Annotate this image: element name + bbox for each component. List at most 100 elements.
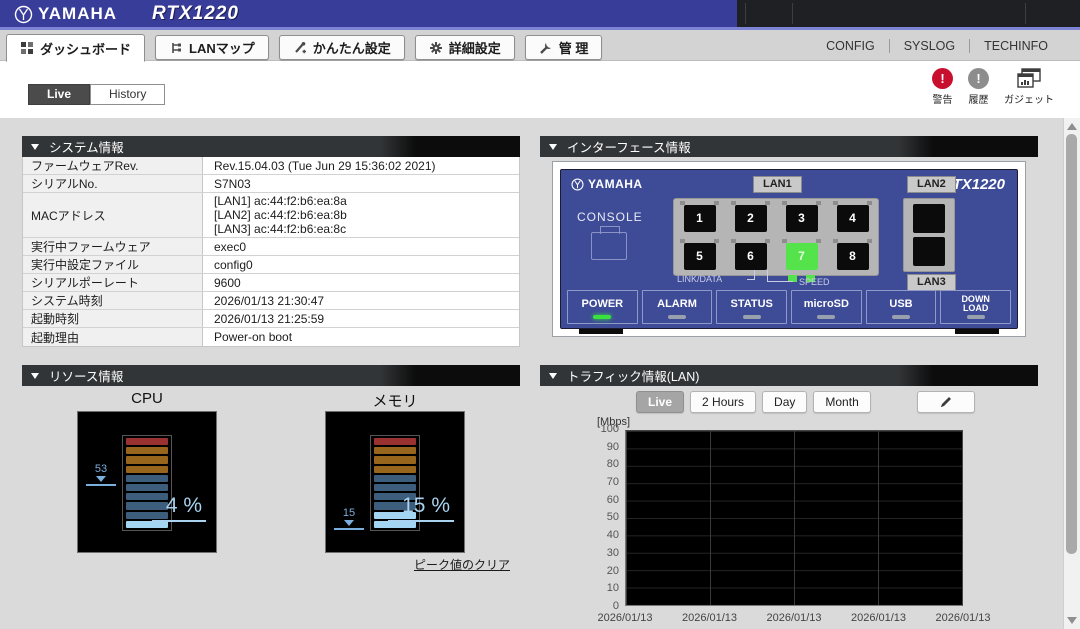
model-text: RTX1220 [152,3,239,25]
warning-button[interactable]: ! 警告 [932,68,953,106]
lan-port-3: 3 [786,205,818,232]
y-tick: 30 [564,548,619,559]
easy-setup-icon [293,41,307,55]
gauge-segment [126,438,168,445]
tab-management[interactable]: 管 理 [525,35,603,60]
warning-label: 警告 [933,91,953,106]
vertical-scrollbar[interactable] [1063,118,1080,629]
traffic-range-buttons: Live 2 Hours Day Month [636,391,871,413]
top-links: CONFIG SYSLOG TECHINFO [812,39,1062,53]
device-brand-text: YAMAHA [588,177,643,191]
lan-port-2: 2 [735,205,767,232]
range-2hours-button[interactable]: 2 Hours [690,391,756,413]
power-led [593,315,611,319]
history-badge: ! [976,71,980,86]
traffic-info-panel: トラフィック情報(LAN) Live 2 Hours Day Month [Mb… [540,365,1038,629]
port-cell: 5 [674,237,725,275]
main-nav: ダッシュボード LANマップ かんたん設定 詳細設定 管 理 CONFIG SY… [0,30,1080,61]
lan-port-1: 1 [684,205,716,232]
tab-easy-setup[interactable]: かんたん設定 [279,35,405,60]
x-tick: 2026/01/13 [935,612,990,624]
tab-dashboard[interactable]: ダッシュボード [6,34,145,62]
cpu-peak-value: 53 [95,463,107,475]
cpu-usage-value: 4 % [152,494,206,522]
peak-triangle-icon [344,520,354,526]
interface-info-header[interactable]: インターフェース情報 [540,136,1038,157]
row-label: 起動時刻 [23,310,203,327]
collapse-triangle-icon [31,373,39,379]
row-value: Rev.15.04.03 (Tue Jun 29 15:36:02 2021) [203,157,519,174]
gauge-segment [374,466,416,473]
scroll-up-icon[interactable] [1067,123,1077,130]
traffic-info-header[interactable]: トラフィック情報(LAN) [540,365,1038,386]
row-label: ファームウェアRev. [23,157,203,174]
top-bar-brand-area: YAMAHA RTX1220 [0,0,737,27]
y-tick: 50 [564,512,619,523]
live-toggle-button[interactable]: Live [28,84,90,105]
scroll-down-icon[interactable] [1067,617,1077,624]
gauge-segment [126,447,168,454]
lan2-port [913,204,945,233]
gauge-segment [126,484,168,491]
clear-peak-link[interactable]: ピーク値のクリア [414,556,510,573]
gauge-segment [126,466,168,473]
x-tick: 2026/01/13 [682,612,737,624]
link-techinfo[interactable]: TECHINFO [969,39,1062,53]
indicator-row: POWER ALARM STATUS microSD [567,290,1011,324]
status-led [743,315,761,319]
port-cell: 8 [827,237,878,275]
tab-advanced-settings[interactable]: 詳細設定 [415,35,515,60]
row-label: 実行中ファームウェア [23,238,203,255]
memory-label: メモリ [325,390,465,411]
indicator-label: STATUS [730,298,772,310]
tab-lan-map[interactable]: LANマップ [155,35,269,60]
y-tick: 70 [564,477,619,488]
gadget-icon [1017,68,1042,89]
range-live-button[interactable]: Live [636,391,684,413]
indicator-status: STATUS [716,290,787,324]
panel-title: トラフィック情報(LAN) [567,366,699,385]
scrollbar-thumb[interactable] [1066,134,1077,554]
gadget-button[interactable]: ガジェット [1004,68,1054,106]
history-log-button[interactable]: ! 履歴 [968,68,989,106]
link-data-label: LINK/DATA [677,274,722,284]
table-row: システム時刻 2026/01/13 21:30:47 [23,292,519,310]
separator [1025,3,1026,24]
speed-bracket [767,270,793,282]
indicator-microsd: microSD [791,290,862,324]
indicator-label: USB [889,298,912,310]
yamaha-logo: YAMAHA [14,4,117,24]
cpu-label: CPU [77,390,217,407]
indicator-download: DOWN LOAD [940,290,1011,324]
port-cell: 2 [725,199,776,237]
memory-gauge: 15 15 % [325,411,465,553]
panel-title: リソース情報 [49,366,123,385]
history-toggle-button[interactable]: History [90,84,165,105]
resource-info-header[interactable]: リソース情報 [22,365,520,386]
system-info-panel: システム情報 ファームウェアRev. Rev.15.04.03 (Tue Jun… [22,136,520,347]
device-foot [955,329,999,334]
mac-line: [LAN3] ac:44:f2:b6:ea:8c [214,222,515,236]
chart-y-axis: 100 90 80 70 60 50 40 30 20 10 0 [564,424,619,612]
gauge-segment [126,475,168,482]
system-info-header[interactable]: システム情報 [22,136,520,157]
range-month-button[interactable]: Month [813,391,870,413]
row-value: 2026/01/13 21:25:59 [203,310,519,327]
edit-graph-button[interactable] [917,391,975,413]
link-syslog[interactable]: SYSLOG [889,39,969,53]
lan3-port [913,237,945,266]
row-value: Power-on boot [203,328,519,346]
lan2-lan3-port-column [903,198,955,272]
panel-title: インターフェース情報 [567,137,691,156]
link-config[interactable]: CONFIG [812,39,889,53]
collapse-triangle-icon [31,144,39,150]
y-tick: 10 [564,583,619,594]
sub-header: Live History ! 警告 ! 履歴 ガジェット [0,61,1080,118]
lan-port-6: 6 [735,243,767,270]
range-day-button[interactable]: Day [762,391,807,413]
memory-peak-value: 15 [343,507,355,519]
y-tick: 100 [564,424,619,435]
table-row: 実行中ファームウェア exec0 [23,238,519,256]
lan3-label: LAN3 [907,274,956,291]
tab-label: 管 理 [559,38,589,57]
